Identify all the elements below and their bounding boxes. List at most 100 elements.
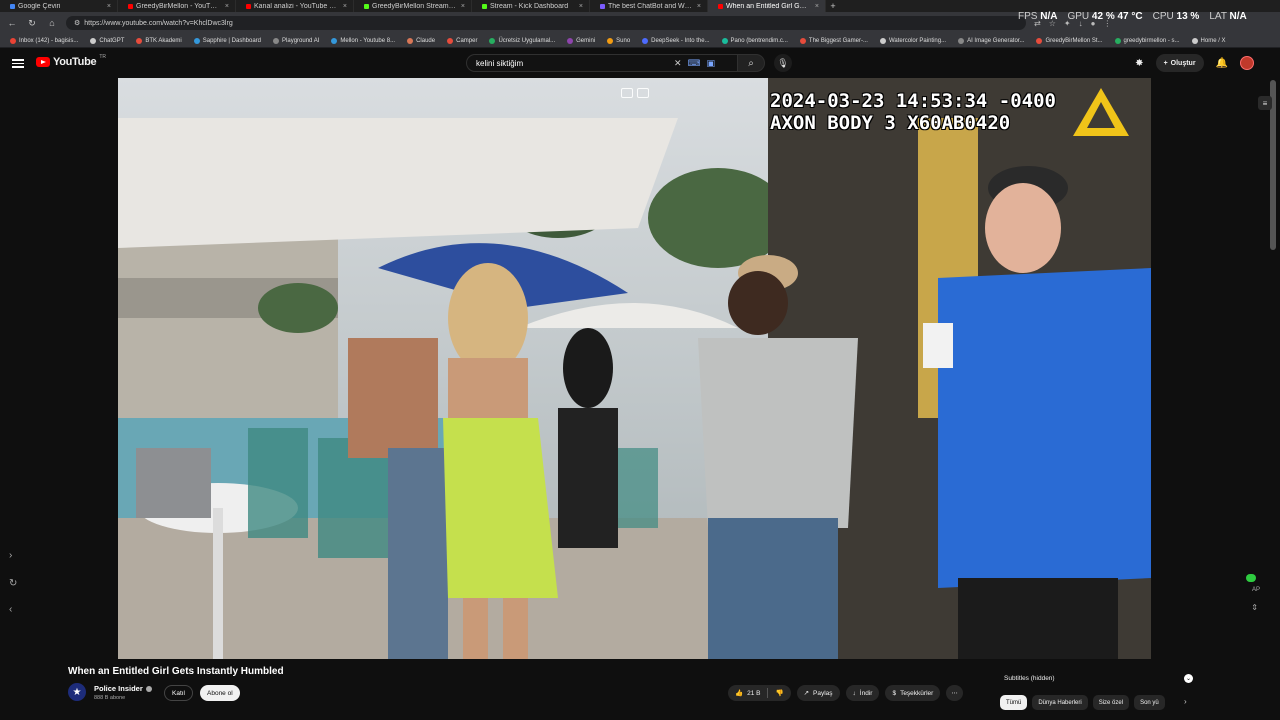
bookmark-item[interactable]: Mellon - Youtube 8... bbox=[325, 37, 401, 44]
site-info-icon[interactable]: ⚙ bbox=[74, 19, 80, 27]
tab[interactable]: Stream - Kick Dashboard × bbox=[472, 0, 590, 12]
like-button[interactable]: 👍 21 B bbox=[728, 685, 767, 701]
bookmark-item[interactable]: Inbox (142) - bagisis... bbox=[4, 37, 84, 44]
side-menu-icon[interactable]: ≡ bbox=[1258, 96, 1272, 110]
share-button[interactable]: ↗ Paylaş bbox=[796, 685, 840, 701]
bookmark-item[interactable]: Home / X bbox=[1186, 37, 1232, 44]
tab-favicon bbox=[718, 3, 723, 9]
chevron-right-icon[interactable]: › bbox=[1184, 697, 1187, 706]
url-input[interactable]: ⚙ https://www.youtube.com/watch?v=KhclDw… bbox=[66, 16, 1026, 30]
miniplayer-controls bbox=[621, 88, 649, 98]
police-badge-icon: ★ bbox=[72, 686, 82, 698]
more-horizontal-icon: ⋯ bbox=[951, 690, 958, 697]
bookmark-item[interactable]: GreedyBirMellon St... bbox=[1030, 37, 1108, 44]
video-title: When an Entitled Girl Gets Instantly Hum… bbox=[68, 666, 284, 677]
home-icon[interactable]: ⌂ bbox=[46, 17, 58, 29]
bookmark-item[interactable]: Sapphire | Dashboard bbox=[188, 37, 267, 44]
bookmark-favicon bbox=[1036, 37, 1043, 44]
translate-extension-icon[interactable]: ▣ bbox=[707, 58, 716, 69]
verified-icon bbox=[145, 685, 152, 692]
more-actions-button[interactable]: ⋯ bbox=[946, 685, 963, 701]
tab[interactable]: Kanal analizi - YouTube Studio× bbox=[236, 0, 354, 12]
dislike-button[interactable]: 👎 bbox=[768, 685, 790, 701]
bookmark-item[interactable]: greedybirmellon - s... bbox=[1109, 37, 1186, 44]
scroll-arrows-icon[interactable]: ⇕ bbox=[1251, 603, 1258, 612]
collapse-chevron-icon[interactable]: ‹ bbox=[9, 604, 12, 615]
tab[interactable]: GreedyBirMellon - YouTube × bbox=[118, 0, 236, 12]
ap-label: AP bbox=[1251, 587, 1260, 593]
keyboard-icon[interactable]: ⌨ bbox=[688, 58, 701, 69]
tab[interactable]: The best ChatBot and Widgets fo× bbox=[590, 0, 708, 12]
bookmark-item[interactable]: Ücretsiz Uygulamal... bbox=[483, 37, 561, 44]
search-icon: ⌕ bbox=[748, 57, 754, 69]
bookmark-item[interactable]: The Biggest Gamer-... bbox=[794, 37, 874, 44]
hamburger-menu-icon[interactable] bbox=[12, 57, 24, 69]
thumbs-up-icon: 👍 bbox=[735, 690, 744, 697]
create-button[interactable]: + Oluştur bbox=[1155, 54, 1204, 72]
video-actions: 👍 21 B 👎 ↗ Paylaş ↓ İndir $ Teşekkürler ⋯ bbox=[728, 685, 963, 701]
bookmark-item[interactable]: DeepSeek - Into the... bbox=[636, 37, 715, 44]
back-icon[interactable]: ← bbox=[6, 17, 18, 29]
chip-recent[interactable]: Son yü bbox=[1134, 695, 1165, 710]
bookmark-item[interactable]: Claude bbox=[401, 37, 441, 44]
close-icon[interactable]: × bbox=[579, 3, 583, 10]
bookmark-item[interactable]: Suno bbox=[601, 37, 636, 44]
bookmark-favicon bbox=[331, 37, 338, 44]
close-icon[interactable]: × bbox=[343, 3, 347, 10]
voice-search-button[interactable]: 🎙 bbox=[774, 54, 792, 72]
bookmark-favicon bbox=[273, 37, 280, 44]
close-icon[interactable]: × bbox=[107, 3, 111, 10]
subtitles-panel-header[interactable]: Subtitles (hidden) ⌄ bbox=[996, 670, 1201, 686]
bookmark-favicon bbox=[90, 37, 97, 44]
tab-active[interactable]: When an Entitled Girl Gets I × bbox=[708, 0, 826, 12]
channel-avatar[interactable]: ★ bbox=[68, 683, 86, 701]
bookmark-favicon bbox=[447, 37, 454, 44]
video-player[interactable]: 2024-03-23 14:53:34 -0400 AXON BODY 3 X60… bbox=[118, 78, 1151, 659]
bodycam-timestamp: 2024-03-23 14:53:34 -0400 AXON BODY 3 X60… bbox=[770, 90, 1056, 134]
status-toggle[interactable] bbox=[1246, 574, 1256, 582]
youtube-logo[interactable]: YouTube TR bbox=[36, 54, 106, 68]
bookmark-favicon bbox=[193, 37, 200, 44]
download-button[interactable]: ↓ İndir bbox=[845, 685, 880, 701]
clear-search-icon[interactable]: ✕ bbox=[674, 58, 682, 69]
bookmark-item[interactable]: Playground AI bbox=[267, 37, 325, 44]
reload-icon[interactable]: ↻ bbox=[26, 17, 38, 29]
bookmark-item[interactable]: Gemini bbox=[561, 37, 601, 44]
bookmark-favicon bbox=[489, 37, 496, 44]
bookmark-item[interactable]: Pano (bentrendim.c... bbox=[716, 37, 794, 44]
youtube-header: YouTube TR kelini siktiğim ✕ ⌨ ▣ ⌕ 🎙 ✸ +… bbox=[0, 48, 1280, 78]
notifications-bell-icon[interactable]: 🔔 bbox=[1216, 58, 1228, 69]
close-icon[interactable]: × bbox=[697, 3, 701, 10]
expand-chevron-icon[interactable]: › bbox=[9, 550, 12, 561]
refresh-icon[interactable]: ↻ bbox=[9, 578, 17, 589]
bookmark-item[interactable]: ChatGPT bbox=[84, 37, 130, 44]
video-frame bbox=[118, 78, 1151, 659]
close-icon[interactable]: × bbox=[815, 3, 819, 10]
join-button[interactable]: Katıl bbox=[164, 685, 194, 701]
picture-in-picture-icon[interactable] bbox=[637, 88, 649, 98]
chip-world-news[interactable]: Dünya Haberleri bbox=[1032, 695, 1088, 710]
user-avatar[interactable] bbox=[1240, 56, 1254, 70]
tab[interactable]: GreedyBirMellon Stream - Watch× bbox=[354, 0, 472, 12]
tab-favicon bbox=[246, 3, 251, 9]
channel-name[interactable]: Police Insider bbox=[94, 684, 152, 693]
bookmark-item[interactable]: BTK Akademi bbox=[130, 37, 187, 44]
thanks-button[interactable]: $ Teşekkürler bbox=[885, 685, 941, 701]
close-icon[interactable]: × bbox=[461, 3, 465, 10]
extension-puzzle-icon[interactable]: ✸ bbox=[1135, 58, 1143, 69]
chip-for-you[interactable]: Size özel bbox=[1092, 695, 1130, 710]
new-tab-button[interactable]: + bbox=[826, 1, 840, 11]
bookmark-favicon bbox=[136, 37, 143, 44]
chip-all[interactable]: Tümü bbox=[1000, 695, 1028, 710]
like-dislike-group: 👍 21 B 👎 bbox=[728, 685, 791, 701]
bookmark-favicon bbox=[567, 37, 574, 44]
subscribe-button[interactable]: Abone ol bbox=[200, 685, 240, 701]
tab[interactable]: Google Çeviri × bbox=[0, 0, 118, 12]
search-button[interactable]: ⌕ bbox=[737, 54, 765, 72]
miniplayer-icon[interactable] bbox=[621, 88, 633, 98]
bookmark-item[interactable]: Watercolor Painting... bbox=[874, 37, 952, 44]
chevron-down-icon[interactable]: ⌄ bbox=[1184, 673, 1193, 683]
bookmark-item[interactable]: AI Image Generator... bbox=[952, 37, 1030, 44]
bookmark-item[interactable]: Camper bbox=[441, 37, 483, 44]
close-icon[interactable]: × bbox=[225, 3, 229, 10]
